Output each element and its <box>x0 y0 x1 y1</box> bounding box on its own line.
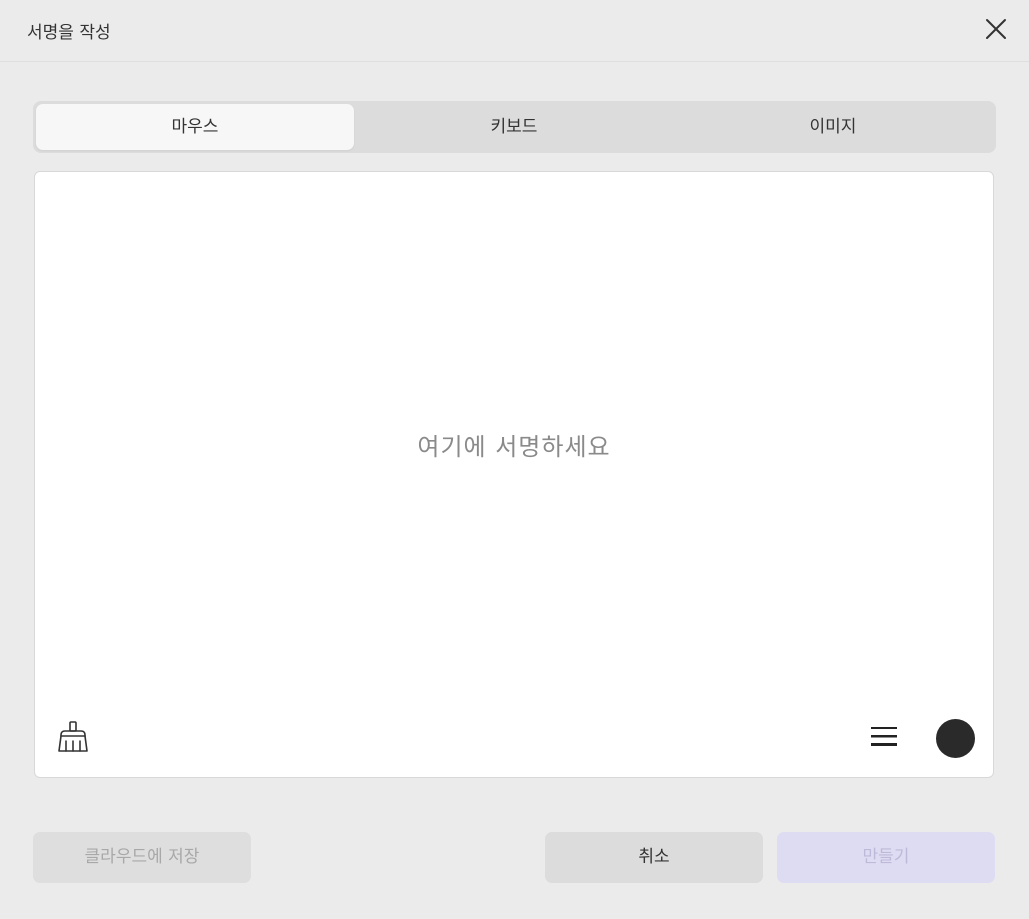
canvas-placeholder: 여기에 서명하세요 <box>417 433 611 461</box>
save-to-cloud-button[interactable]: 클라우드에 저장 <box>33 832 251 883</box>
create-button[interactable]: 만들기 <box>777 832 995 883</box>
stroke-width-icon[interactable] <box>869 721 901 753</box>
tab-keyboard[interactable]: 키보드 <box>355 104 673 150</box>
signature-dialog: 서명을 작성 마우스 키보드 이미지 여기에 서명하세요 클라우드에 저장 취소… <box>0 0 1029 919</box>
pen-color-swatch[interactable] <box>936 719 975 758</box>
tab-mouse[interactable]: 마우스 <box>36 104 354 150</box>
signature-canvas[interactable]: 여기에 서명하세요 <box>34 171 994 778</box>
broom-icon[interactable] <box>55 719 91 755</box>
dialog-header: 서명을 작성 <box>0 0 1029 62</box>
dialog-title: 서명을 작성 <box>27 23 111 43</box>
close-icon[interactable] <box>983 16 1009 42</box>
tab-image[interactable]: 이미지 <box>674 104 992 150</box>
cancel-button[interactable]: 취소 <box>545 832 763 883</box>
input-method-tabs: 마우스 키보드 이미지 <box>33 101 996 153</box>
